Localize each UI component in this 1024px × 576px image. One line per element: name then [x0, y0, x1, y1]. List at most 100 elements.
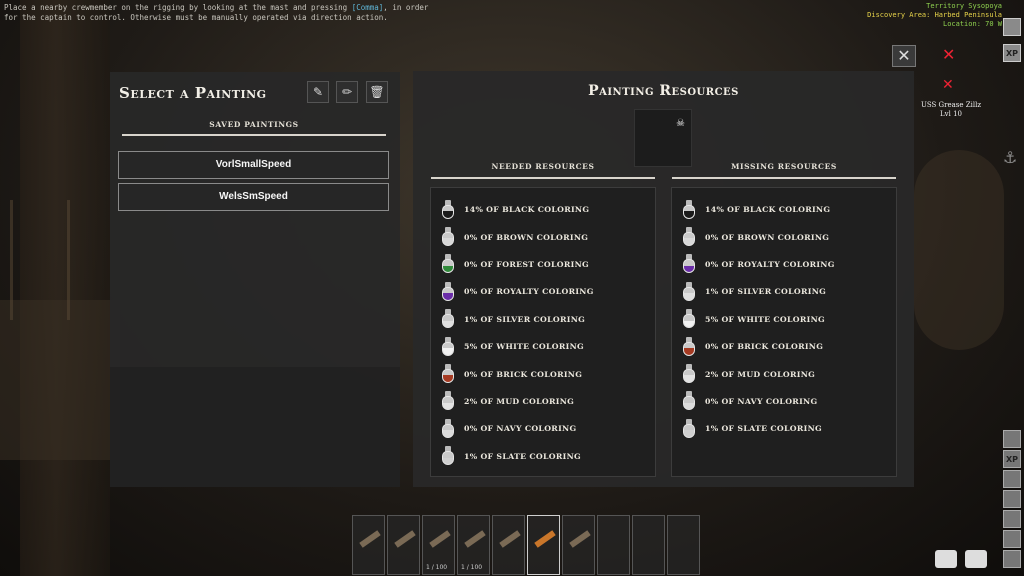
- painting-item[interactable]: VorlSmallSpeed: [118, 151, 389, 179]
- target-label: USS Grease Zillz Lvl 10: [920, 101, 982, 119]
- coloring-vial-icon: [441, 391, 455, 411]
- resource-item: 1% OF SLATE COLORING: [682, 415, 896, 442]
- trash-icon: 🗑: [369, 85, 385, 99]
- hotbar-slot[interactable]: [562, 515, 595, 575]
- coloring-vial-icon: [441, 446, 455, 466]
- painting-preview: ☠: [634, 109, 692, 167]
- resource-label: 14% OF BLACK COLORING: [464, 205, 590, 215]
- coloring-vial-icon: [682, 309, 696, 329]
- slot-quantity: 1 / 100: [461, 564, 483, 571]
- health-icon[interactable]: [1003, 550, 1021, 568]
- hotbar-slot[interactable]: [667, 515, 700, 575]
- brush-icon: ✎: [312, 85, 324, 99]
- background-deck: [0, 300, 120, 460]
- painting-item[interactable]: WelsSmSpeed: [118, 183, 389, 211]
- coloring-vial-icon: [682, 336, 696, 357]
- hud-portrait-icon: [1003, 18, 1021, 36]
- resource-label: 1% OF SILVER COLORING: [705, 287, 827, 297]
- resource-label: 1% OF SILVER COLORING: [464, 314, 586, 324]
- hotbar-slot[interactable]: 1 / 100: [457, 515, 490, 575]
- preview-glyph-icon: ☠: [676, 118, 685, 129]
- hint-text-before: Place a nearby crewmember on the rigging…: [4, 3, 352, 12]
- needed-resources-header: NEEDED RESOURCES: [431, 162, 655, 179]
- resource-item: 0% OF NAVY COLORING: [682, 388, 896, 415]
- tool-icon: [464, 530, 486, 548]
- needed-resources-list: 14% OF BLACK COLORING 0% OF BROWN COLORIN…: [430, 187, 656, 477]
- rigging-hint: Place a nearby crewmember on the rigging…: [4, 3, 444, 23]
- pencil-icon: ✏: [341, 85, 353, 99]
- tool-icon: [359, 530, 381, 548]
- tool-icon: [394, 530, 416, 548]
- resource-label: 2% OF MUD COLORING: [705, 369, 816, 379]
- brush-button[interactable]: ✎: [307, 81, 329, 103]
- coloring-vial-icon: [682, 364, 696, 384]
- panel-lower-area: [110, 367, 400, 487]
- resource-label: 0% OF NAVY COLORING: [464, 424, 577, 434]
- weight-icon[interactable]: [1003, 470, 1021, 488]
- tool-icon: [429, 530, 451, 548]
- resources-title: Painting Resources: [588, 83, 739, 99]
- coloring-vial-icon: [441, 227, 455, 247]
- resource-item: 0% OF NAVY COLORING: [441, 415, 655, 442]
- hotbar-slot-selected[interactable]: [527, 515, 560, 575]
- close-button[interactable]: ✕: [892, 45, 916, 67]
- hotbar-slot[interactable]: [632, 515, 665, 575]
- bottom-right-icons: [935, 550, 987, 568]
- resource-label: 2% OF MUD COLORING: [464, 396, 575, 406]
- painting-resources-panel: Painting Resources ☠ NEEDED RESOURCES MI…: [413, 71, 914, 487]
- resource-item: 5% OF WHITE COLORING: [441, 333, 655, 360]
- resource-label: 0% OF NAVY COLORING: [705, 396, 818, 406]
- target-x-icon-2: ✕: [942, 77, 954, 93]
- target-x-icon: ✕: [942, 45, 956, 64]
- location-hud: Territory Sysopoya Discovery Area: Harbe…: [867, 2, 1002, 29]
- stats-icon[interactable]: [1003, 430, 1021, 448]
- ship-icon[interactable]: [965, 550, 987, 568]
- resource-label: 0% OF BRICK COLORING: [464, 369, 583, 379]
- coloring-vial-icon: [682, 281, 696, 302]
- hotbar: 1 / 100 1 / 100: [352, 515, 700, 575]
- resource-item: 2% OF MUD COLORING: [441, 388, 655, 415]
- resource-item: 5% OF WHITE COLORING: [682, 306, 896, 333]
- target-level: Lvl 10: [940, 110, 962, 118]
- discovery-label: Discovery Area: Harbed Peninsula: [867, 11, 1002, 19]
- location-label: Location: 70 W: [942, 20, 1002, 28]
- water-icon[interactable]: [1003, 490, 1021, 508]
- delete-button[interactable]: 🗑: [366, 81, 388, 103]
- saved-paintings-header: SAVED PAINTINGS: [122, 120, 386, 136]
- hotbar-slot[interactable]: [492, 515, 525, 575]
- resource-item: 1% OF SLATE COLORING: [441, 443, 655, 470]
- coloring-vial-icon: [682, 254, 696, 274]
- hotbar-slot[interactable]: [597, 515, 630, 575]
- resource-label: 1% OF SLATE COLORING: [705, 424, 822, 434]
- coloring-vial-icon: [441, 199, 455, 220]
- companion-icon[interactable]: [935, 550, 957, 568]
- hotbar-slot[interactable]: [352, 515, 385, 575]
- missing-resources-list: 14% OF BLACK COLORING 0% OF BROWN COLORIN…: [671, 187, 897, 477]
- resource-label: 0% OF BRICK COLORING: [705, 342, 824, 352]
- resource-label: 0% OF ROYALTY COLORING: [464, 287, 594, 297]
- coloring-vial-icon: [682, 391, 696, 411]
- torch-icon: [534, 530, 556, 548]
- resource-item: 1% OF SILVER COLORING: [682, 278, 896, 305]
- tool-icon: [499, 530, 521, 548]
- resource-item: 0% OF BROWN COLORING: [682, 223, 896, 250]
- coloring-vial-icon: [682, 227, 696, 247]
- resource-item: 14% OF BLACK COLORING: [682, 196, 896, 223]
- territory-label: Territory Sysopoya: [926, 2, 1002, 10]
- coloring-vial-icon: [441, 281, 455, 302]
- resource-item: 0% OF ROYALTY COLORING: [441, 278, 655, 305]
- coloring-vial-icon: [441, 309, 455, 329]
- hotbar-slot[interactable]: 1 / 100: [422, 515, 455, 575]
- stamina-icon[interactable]: [1003, 530, 1021, 548]
- background-rigging: [10, 200, 70, 320]
- xp-side-icon[interactable]: XP: [1003, 450, 1021, 468]
- xp-icon: XP: [1003, 44, 1021, 62]
- resource-label: 0% OF ROYALTY COLORING: [705, 259, 835, 269]
- panel-title: Select a Painting: [119, 84, 267, 102]
- food-icon[interactable]: [1003, 510, 1021, 528]
- tool-icon: [569, 530, 591, 548]
- resource-item: 0% OF FOREST COLORING: [441, 251, 655, 278]
- resource-label: 5% OF WHITE COLORING: [464, 342, 585, 352]
- hotbar-slot[interactable]: [387, 515, 420, 575]
- edit-button[interactable]: ✏: [336, 81, 358, 103]
